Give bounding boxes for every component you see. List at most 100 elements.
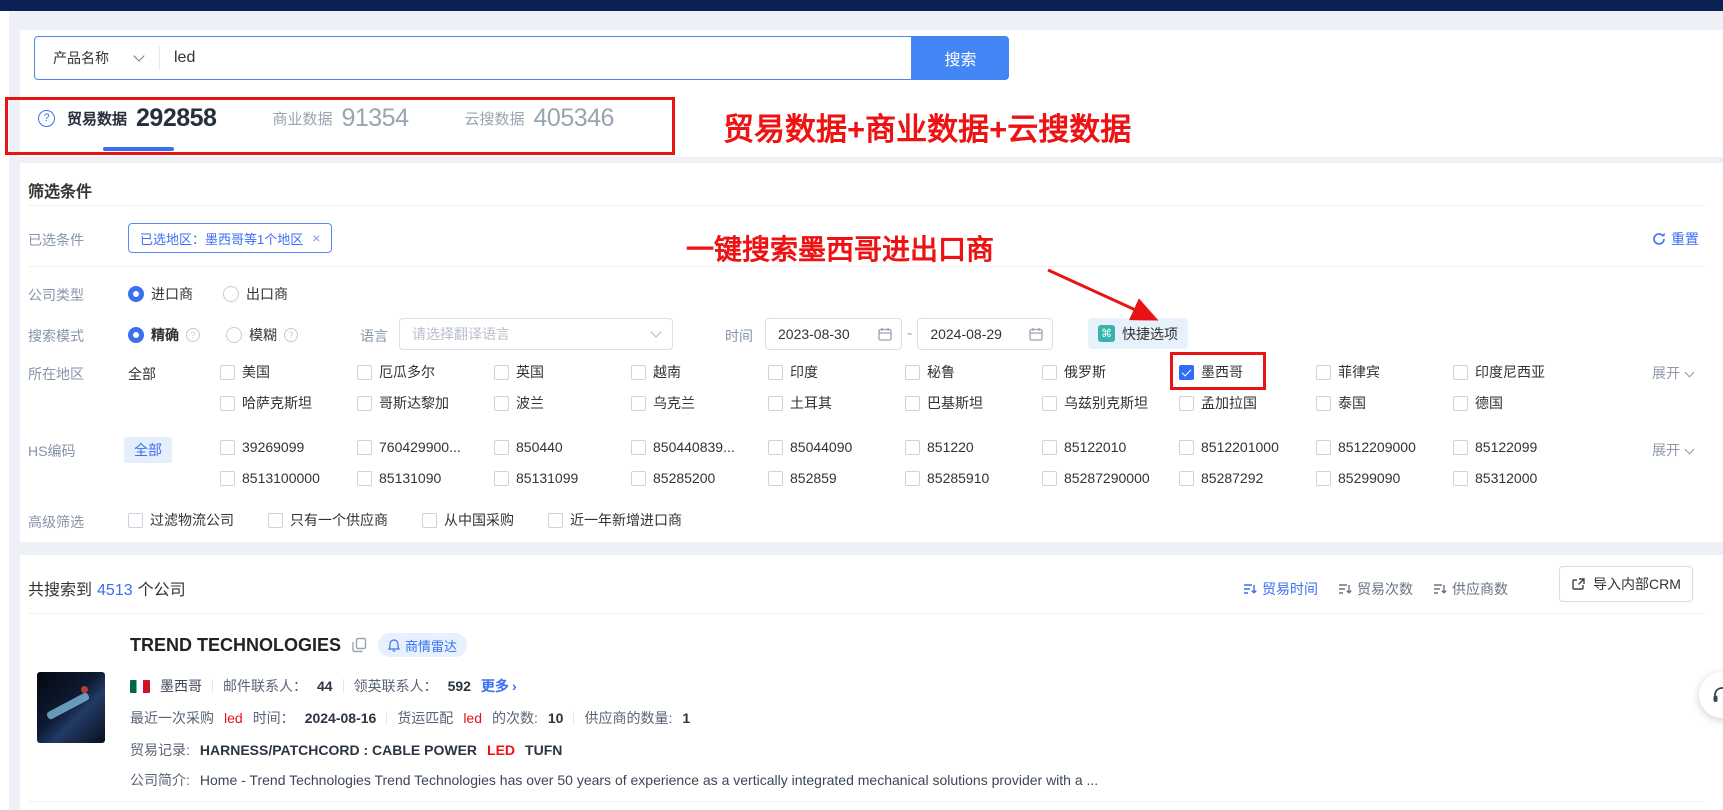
results-summary: 共搜索到4513个公司 [28,576,186,600]
freight-count: 10 [548,710,564,726]
radio-exact[interactable]: 精确 ? [128,325,200,345]
region-checkbox-item[interactable]: 泰国 [1316,393,1453,413]
region-checkbox-item[interactable]: 印度 [768,362,905,382]
sort-trade-time[interactable]: 贸易时间 [1243,579,1318,599]
date-separator: - [907,325,912,343]
search-input[interactable] [160,49,911,67]
hs-checkbox-item[interactable]: 85122010 [1042,439,1179,455]
close-icon[interactable]: × [312,230,320,246]
region-checkbox-item[interactable]: 秘鲁 [905,362,1042,382]
advanced-checkbox-item[interactable]: 近一年新增进口商 [548,510,682,530]
region-checkbox-item[interactable]: 哥斯达黎加 [357,393,494,413]
hs-checkbox-item[interactable]: 85285910 [905,470,1042,486]
more-link[interactable]: 更多› [481,676,517,696]
checkbox-icon [220,471,235,486]
hs-checkbox-item[interactable]: 851220 [905,439,1042,455]
import-crm-button[interactable]: 导入内部CRM [1559,566,1693,602]
hs-all-button[interactable]: 全部 [124,437,172,463]
checkbox-icon [1316,365,1331,380]
region-checkbox-item[interactable]: 乌兹别克斯坦 [1042,393,1179,413]
hs-checkbox-item[interactable]: 85299090 [1316,470,1453,486]
radio-selected-icon [128,286,144,302]
checkbox-label: 852859 [790,470,837,486]
hs-checkbox-item[interactable]: 852859 [768,470,905,486]
region-checkbox-item[interactable]: 厄瓜多尔 [357,362,494,382]
trade-record-value: TUFN [525,742,562,758]
radio-exporter[interactable]: 出口商 [223,284,288,304]
region-checkbox-item[interactable]: 英国 [494,362,631,382]
info-icon[interactable]: ? [284,328,298,342]
hs-checkbox-item[interactable]: 8513100000 [220,470,357,486]
info-icon[interactable]: ? [186,328,200,342]
date-range: 2023-08-30 - 2024-08-29 [765,318,1053,350]
company-name[interactable]: TREND TECHNOLOGIES [130,635,341,656]
hs-checkbox-item[interactable]: 850440 [494,439,631,455]
region-checkbox-item[interactable]: 波兰 [494,393,631,413]
checkbox-icon [768,396,783,411]
advanced-options-row: 过滤物流公司 只有一个供应商 从中国采购 近一年新增进口商 [128,510,682,530]
checkbox-label: 秘鲁 [927,362,955,382]
freight-count-label: 的次数: [492,708,538,728]
hs-checkbox-item[interactable]: 85044090 [768,439,905,455]
sort-icon [1338,582,1352,596]
hs-checkbox-item[interactable]: 760429900... [357,439,494,455]
checkbox-icon [1179,471,1194,486]
checkbox-label: 美国 [242,362,270,382]
search-category-dropdown[interactable]: 产品名称 [35,48,159,68]
checkbox-label: 巴基斯坦 [927,393,983,413]
hs-checkbox-item[interactable]: 85312000 [1453,470,1590,486]
checkbox-label: 过滤物流公司 [150,510,234,530]
checkbox-icon [768,440,783,455]
start-date-value: 2023-08-30 [778,326,850,342]
hs-checkbox-item[interactable]: 850440839... [631,439,768,455]
sort-supplier-count[interactable]: 供应商数 [1433,579,1508,599]
company-thumbnail[interactable] [37,672,105,743]
region-checkbox-item[interactable]: 菲律宾 [1316,362,1453,382]
hs-checkbox-item[interactable]: 8512201000 [1179,439,1316,455]
region-checkbox-item[interactable]: 乌克兰 [631,393,768,413]
region-checkbox-item[interactable]: 德国 [1453,393,1590,413]
advanced-checkbox-item[interactable]: 只有一个供应商 [268,510,388,530]
checkbox-label: 从中国采购 [444,510,514,530]
start-date-input[interactable]: 2023-08-30 [765,318,902,350]
region-checkbox-item[interactable]: 巴基斯坦 [905,393,1042,413]
region-checkbox-item[interactable]: 越南 [631,362,768,382]
region-expand-button[interactable]: 展开 [1652,363,1693,383]
checkbox-icon [494,440,509,455]
radio-fuzzy[interactable]: 模糊 ? [226,325,298,345]
advanced-checkbox-item[interactable]: 过滤物流公司 [128,510,234,530]
hs-checkbox-item[interactable]: 39269099 [220,439,357,455]
hs-checkbox-item[interactable]: 85131099 [494,470,631,486]
checkbox-icon [1453,365,1468,380]
divider [28,801,1705,802]
region-checkbox-item[interactable]: 美国 [220,362,357,382]
summary-suffix: 个公司 [138,582,186,599]
selected-region-tag[interactable]: 已选地区：墨西哥等1个地区 × [128,223,332,253]
linkedin-contacts-count: 592 [448,678,471,694]
hs-checkbox-item[interactable]: 85287290000 [1042,470,1179,486]
copy-icon[interactable] [352,637,367,653]
region-checkbox-item[interactable]: 孟加拉国 [1179,393,1316,413]
region-checkbox-item[interactable]: 土耳其 [768,393,905,413]
language-select[interactable]: 请选择翻译语言 [399,318,673,350]
checkbox-label: 只有一个供应商 [290,510,388,530]
region-checkbox-item[interactable]: 印度尼西亚 [1453,362,1590,382]
radio-importer[interactable]: 进口商 [128,284,193,304]
hs-checkbox-item[interactable]: 8512209000 [1316,439,1453,455]
reset-button[interactable]: 重置 [1652,229,1699,249]
region-all-button[interactable]: 全部 [128,364,156,384]
hs-checkbox-item[interactable]: 85287292 [1179,470,1316,486]
hs-checkbox-item[interactable]: 85285200 [631,470,768,486]
checkbox-icon [220,440,235,455]
region-checkbox-item[interactable]: 俄罗斯 [1042,362,1179,382]
search-button[interactable]: 搜索 [912,36,1009,80]
business-radar-badge[interactable]: 商情雷达 [378,633,467,657]
sort-trade-count[interactable]: 贸易次数 [1338,579,1413,599]
hs-expand-button[interactable]: 展开 [1652,440,1693,460]
summary-prefix: 共搜索到 [28,582,92,599]
hs-checkbox-item[interactable]: 85131090 [357,470,494,486]
supplier-count: 1 [682,710,690,726]
advanced-checkbox-item[interactable]: 从中国采购 [422,510,514,530]
region-checkbox-item[interactable]: 哈萨克斯坦 [220,393,357,413]
hs-checkbox-item[interactable]: 85122099 [1453,439,1590,455]
